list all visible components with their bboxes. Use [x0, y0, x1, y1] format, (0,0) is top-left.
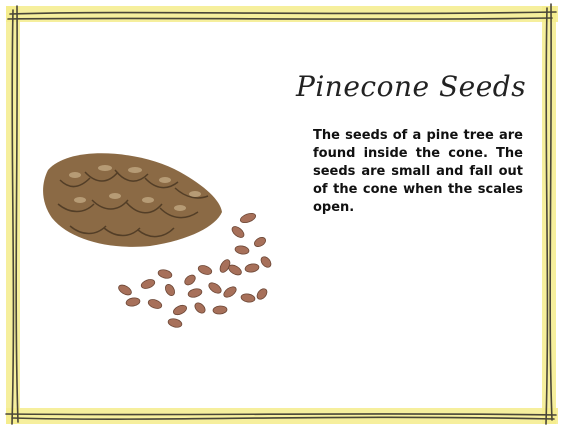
pinecone-image: [43, 153, 222, 247]
illustration: [43, 153, 272, 328]
page-title: Pinecone Seeds: [296, 70, 527, 103]
description-paragraph: The seeds of a pine tree are found insid…: [313, 128, 523, 215]
